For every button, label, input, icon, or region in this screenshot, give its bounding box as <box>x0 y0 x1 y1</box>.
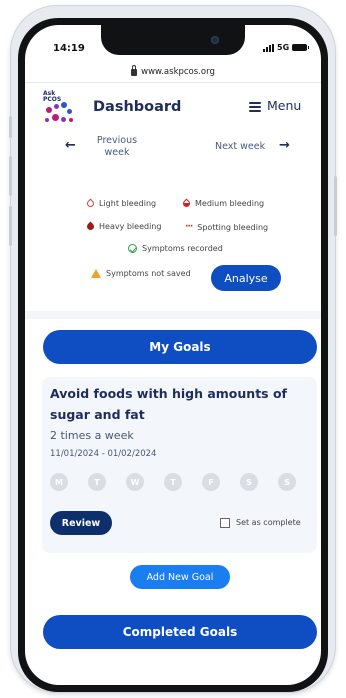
arrow-right-icon[interactable]: → <box>279 138 290 153</box>
signal-icon <box>263 43 274 52</box>
legend-symptoms-not-saved: Symptoms not saved <box>91 269 191 278</box>
camera-icon <box>211 36 219 44</box>
url-text: www.askpcos.org <box>141 66 215 77</box>
day-circle-sat[interactable]: S <box>240 473 258 491</box>
goal-title: Avoid foods with high amounts of sugar a… <box>50 386 287 422</box>
day-circle-thu[interactable]: T <box>164 473 182 491</box>
notch <box>101 25 245 55</box>
add-new-goal-button[interactable]: Add New Goal <box>130 565 230 589</box>
status-time: 14:19 <box>53 43 85 54</box>
power-button <box>334 176 337 236</box>
section-divider <box>25 311 321 319</box>
lock-icon <box>131 65 138 76</box>
week-navigation: ← Previous week Next week → <box>25 133 321 167</box>
url-bar[interactable]: www.askpcos.org <box>25 61 321 83</box>
status-indicators: 5G <box>263 43 310 52</box>
light-bleeding-icon <box>85 198 96 209</box>
legend-medium-bleeding: Medium bleeding <box>181 198 264 209</box>
day-circle-tue[interactable]: T <box>88 473 106 491</box>
page-title: Dashboard <box>93 99 182 115</box>
day-circle-mon[interactable]: M <box>50 473 68 491</box>
day-circle-sun[interactable]: S <box>278 473 296 491</box>
goal-day-selector: M T W T F S S <box>50 473 296 491</box>
side-button <box>9 116 12 138</box>
volume-up-button <box>9 156 12 196</box>
review-button[interactable]: Review <box>50 511 112 535</box>
phone-screen: 14:19 5G www.askpcos.org Ask PCOS Dashbo… <box>25 25 321 685</box>
volume-down-button <box>9 206 12 246</box>
legend-heavy-bleeding: Heavy bleeding <box>85 221 161 232</box>
goal-card: Avoid foods with high amounts of sugar a… <box>42 377 317 553</box>
my-goals-button[interactable]: My Goals <box>43 330 317 364</box>
goal-date-range: 11/01/2024 - 01/02/2024 <box>50 449 157 459</box>
warning-icon <box>91 269 101 278</box>
check-circle-icon <box>128 244 137 253</box>
legend-light-bleeding: Light bleeding <box>85 198 156 209</box>
spotting-dots-icon: ··· <box>185 222 193 232</box>
goal-frequency: 2 times a week <box>50 429 134 442</box>
set-complete-label[interactable]: Set as complete <box>236 518 301 527</box>
next-week-button[interactable]: Next week <box>215 141 265 152</box>
day-circle-fri[interactable]: F <box>202 473 220 491</box>
set-complete-checkbox[interactable] <box>220 518 230 528</box>
heavy-bleeding-icon <box>85 221 96 232</box>
arrow-left-icon[interactable]: ← <box>65 138 76 153</box>
app-header: Ask PCOS Dashboard Menu <box>25 87 321 131</box>
analyse-button[interactable]: Analyse <box>211 265 281 291</box>
menu-button[interactable]: Menu <box>267 98 301 113</box>
day-circle-wed[interactable]: W <box>126 473 144 491</box>
network-label: 5G <box>277 43 290 52</box>
hamburger-menu-icon[interactable] <box>249 102 261 112</box>
logo-text: Ask PCOS <box>43 90 62 103</box>
legend-spotting-bleeding: ··· Spotting bleeding <box>185 222 269 232</box>
askpcos-logo[interactable]: Ask PCOS <box>43 91 77 125</box>
completed-goals-button[interactable]: Completed Goals <box>43 615 317 649</box>
medium-bleeding-icon <box>181 198 192 209</box>
legend-symptoms-recorded: Symptoms recorded <box>128 244 223 253</box>
battery-icon <box>292 44 310 51</box>
previous-week-button[interactable]: Previous week <box>85 135 149 159</box>
